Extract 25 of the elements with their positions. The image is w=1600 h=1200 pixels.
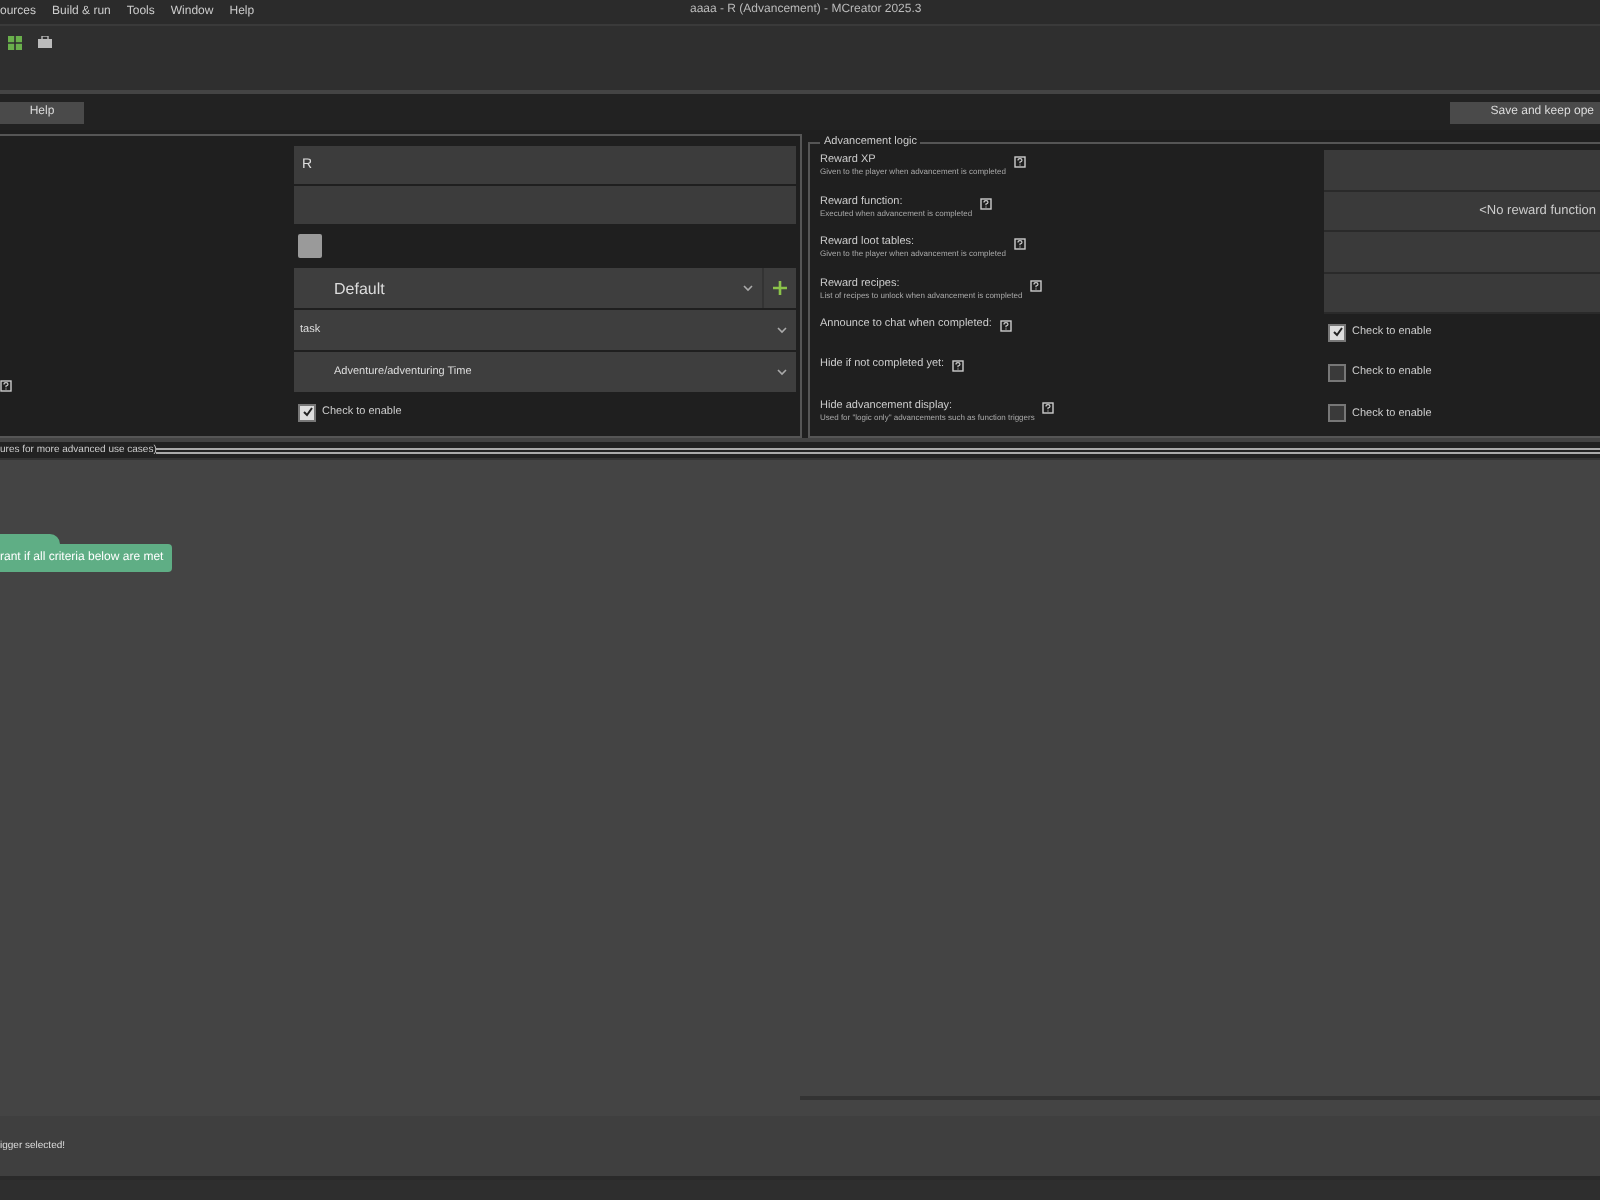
dropdown[interactable]: Default <box>294 268 796 308</box>
image-swatch[interactable] <box>298 234 322 258</box>
help-icon[interactable] <box>1042 401 1055 414</box>
number-field[interactable] <box>1324 150 1600 191</box>
plus-icon <box>772 280 788 296</box>
checkbox[interactable] <box>298 403 316 421</box>
chevron-down-icon <box>742 284 754 292</box>
list-field[interactable] <box>1324 232 1600 273</box>
help-icon[interactable] <box>1030 279 1043 291</box>
text-field[interactable] <box>294 186 796 224</box>
help-icon[interactable] <box>999 320 1012 332</box>
list-field[interactable] <box>1324 273 1600 314</box>
checkbox[interactable] <box>1328 404 1346 423</box>
help-icon[interactable] <box>1013 156 1026 168</box>
grid-icon[interactable] <box>8 35 22 49</box>
help-icon[interactable] <box>0 380 12 392</box>
block-cap <box>0 534 60 544</box>
help-icon[interactable] <box>952 360 965 373</box>
help-icon[interactable] <box>1013 238 1026 250</box>
chevron-down-icon <box>776 368 788 376</box>
chevron-down-icon <box>776 326 788 334</box>
help-icon[interactable] <box>980 197 993 209</box>
checkbox[interactable] <box>1328 363 1346 382</box>
toolbox-icon[interactable] <box>38 36 52 48</box>
checkbox[interactable] <box>1328 323 1346 341</box>
